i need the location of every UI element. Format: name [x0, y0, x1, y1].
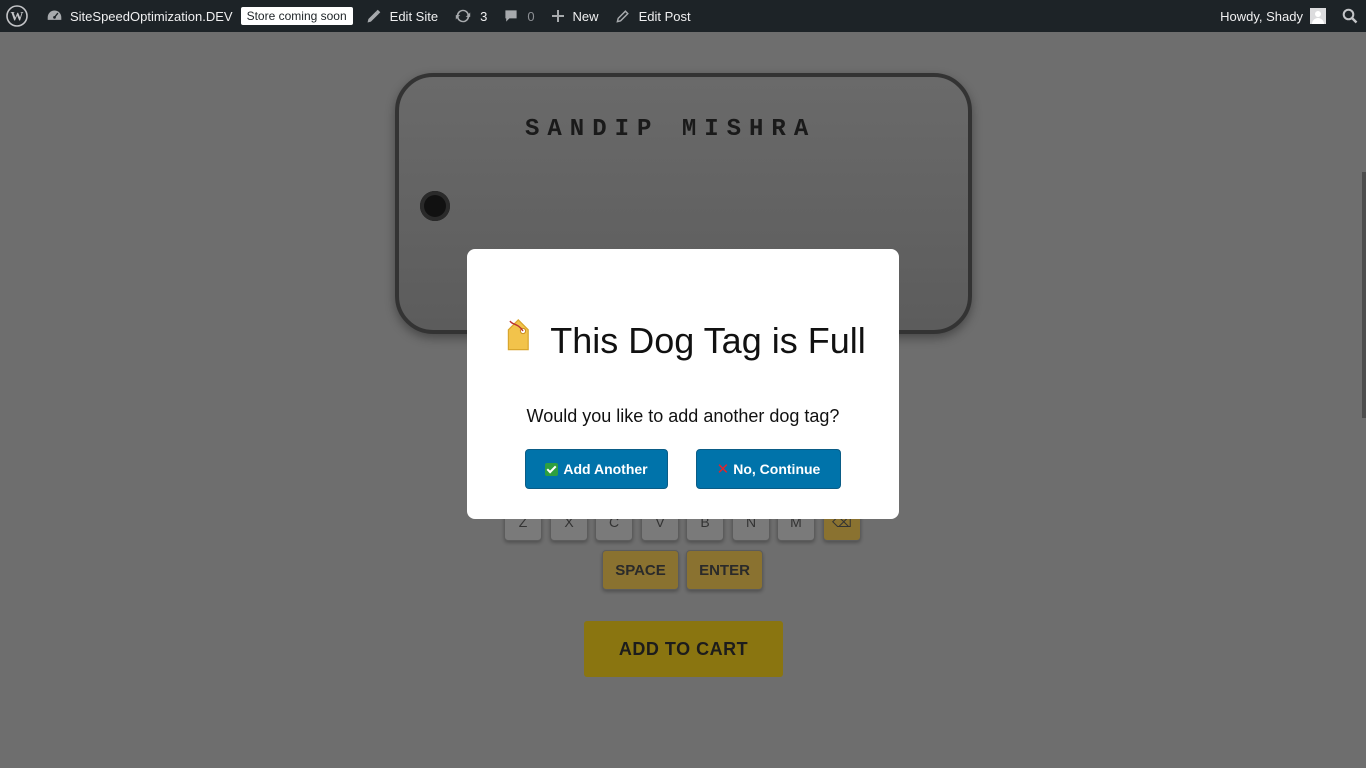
comments-link[interactable]: 0 — [495, 0, 542, 32]
no-continue-label: No, Continue — [733, 461, 821, 477]
store-status-badge[interactable]: Store coming soon — [240, 7, 353, 25]
dog-tag-full-modal: This Dog Tag is Full Would you like to a… — [467, 249, 899, 519]
dashboard-icon — [46, 8, 70, 25]
my-account-link[interactable]: Howdy, Shady — [1212, 0, 1334, 32]
pencil-icon — [615, 8, 631, 24]
comments-count: 0 — [527, 8, 535, 24]
wordpress-logo-icon[interactable]: W — [0, 0, 38, 32]
site-name: SiteSpeedOptimization.DEV — [70, 8, 233, 24]
site-name-link[interactable]: SiteSpeedOptimization.DEV — [38, 0, 241, 32]
tag-icon — [500, 319, 538, 366]
brush-icon — [365, 8, 382, 25]
checkmark-icon — [545, 462, 559, 476]
plus-icon — [551, 9, 565, 23]
add-to-cart-button[interactable]: ADD TO CART — [584, 621, 783, 677]
no-continue-button[interactable]: ✕ No, Continue — [696, 449, 841, 489]
add-another-label: Add Another — [563, 461, 648, 477]
tag-hole — [420, 191, 450, 221]
enter-key[interactable]: ENTER — [686, 550, 763, 590]
svg-text:W: W — [11, 9, 24, 24]
updates-icon — [454, 7, 472, 25]
page-scrollbar[interactable] — [1362, 172, 1366, 418]
new-content-link[interactable]: New — [543, 0, 607, 32]
comment-icon — [503, 8, 519, 24]
updates-link[interactable]: 3 — [446, 0, 495, 32]
greeting-text: Howdy, Shady — [1220, 8, 1303, 24]
admin-bar: W SiteSpeedOptimization.DEV Store coming… — [0, 0, 1366, 32]
edit-post-link[interactable]: Edit Post — [607, 0, 699, 32]
cross-icon: ✕ — [716, 461, 730, 478]
modal-subtitle: Would you like to add another dog tag? — [526, 406, 840, 426]
search-button[interactable] — [1334, 0, 1366, 32]
avatar — [1310, 8, 1326, 24]
modal-title-text: This Dog Tag is Full — [550, 320, 866, 361]
new-label: New — [572, 8, 599, 24]
edit-post-label: Edit Post — [638, 8, 691, 24]
search-icon — [1342, 8, 1358, 24]
edit-site-label: Edit Site — [389, 8, 439, 24]
modal-title: This Dog Tag is Full — [467, 319, 899, 366]
edit-site-link[interactable]: Edit Site — [357, 0, 446, 32]
space-key[interactable]: SPACE — [602, 550, 679, 590]
updates-count: 3 — [480, 8, 488, 24]
admin-bar-secondary: Howdy, Shady — [1212, 0, 1366, 32]
tag-text-line-1: SANDIP MISHRA — [525, 116, 817, 143]
add-another-button[interactable]: Add Another — [525, 449, 668, 489]
